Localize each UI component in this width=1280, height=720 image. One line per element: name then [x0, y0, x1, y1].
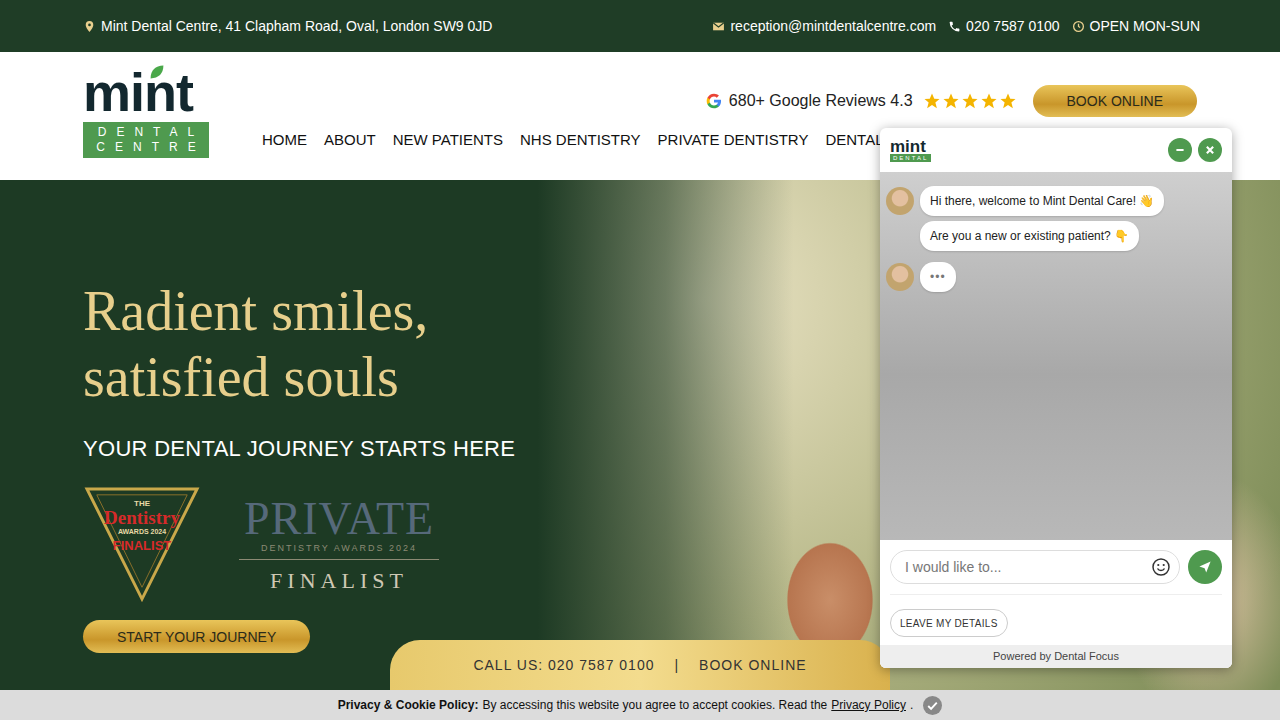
star-icon [999, 92, 1017, 110]
minimize-button[interactable] [1168, 138, 1192, 162]
book-online-button[interactable]: BOOK ONLINE [1033, 85, 1197, 117]
cookie-end: . [910, 698, 913, 712]
typing-indicator: ••• [886, 262, 1226, 292]
phone-icon [948, 20, 961, 33]
dentistry-award-badge: THEDentistryAWARDS 2024FINALIST [83, 485, 201, 603]
top-bar: Mint Dental Centre, 41 Clapham Road, Ova… [0, 0, 1280, 52]
awards: THEDentistryAWARDS 2024FINALIST PRIVATEDE… [83, 482, 445, 606]
book-online-link[interactable]: BOOK ONLINE [699, 657, 806, 673]
opening-hours: OPEN MON-SUN [1072, 18, 1200, 34]
logo-word: mint [83, 62, 193, 122]
logo-line: CENTRE [86, 140, 205, 155]
email[interactable]: reception@mintdentalcentre.com [712, 18, 936, 34]
call-bar: CALL US: 020 7587 0100 | BOOK ONLINE [390, 640, 890, 690]
address: Mint Dental Centre, 41 Clapham Road, Ova… [83, 18, 492, 34]
separator: | [674, 657, 679, 673]
envelope-icon [712, 20, 725, 33]
privacy-policy-link[interactable]: Privacy Policy [831, 698, 906, 712]
private-award-badge: PRIVATEDENTISTRY AWARDS 2024FINALIST [233, 495, 445, 594]
chat-input[interactable]: I would like to... [890, 550, 1180, 584]
agent-avatar [886, 187, 914, 215]
phone[interactable]: 020 7587 0100 [948, 18, 1059, 34]
cookie-bar: Privacy & Cookie Policy:By accessing thi… [0, 690, 1280, 720]
google-icon [706, 93, 722, 109]
logo-box: DENTALCENTRE [83, 122, 209, 158]
leaf-icon [149, 64, 165, 80]
nav-item[interactable]: NHS DENTISTRY [520, 131, 641, 149]
nav-item[interactable]: ABOUT [324, 131, 376, 149]
star-rating [923, 92, 1017, 110]
clock-icon [1072, 20, 1085, 33]
page: Mint Dental Centre, 41 Clapham Road, Ova… [0, 0, 1280, 720]
star-icon [942, 92, 960, 110]
logo-line: DENTAL [88, 125, 204, 140]
hero-subtitle: YOUR DENTAL JOURNEY STARTS HERE [83, 436, 515, 462]
chat-logo: mintDENTAL [890, 139, 931, 162]
cookie-title: Privacy & Cookie Policy: [338, 698, 479, 712]
google-reviews[interactable]: 680+ Google Reviews 4.3 [706, 92, 1017, 110]
star-icon [923, 92, 941, 110]
pin-icon [83, 20, 96, 33]
start-journey-button[interactable]: START YOUR JOURNEY [83, 620, 310, 653]
chat-footer: Powered by Dental Focus [880, 645, 1232, 668]
accept-check-icon[interactable] [923, 696, 942, 715]
star-icon [980, 92, 998, 110]
chat-widget: mintDENTAL Hi there, welcome to Mint Dent… [880, 128, 1232, 668]
close-icon [1201, 141, 1219, 159]
nav-item[interactable]: NEW PATIENTS [393, 131, 503, 149]
leave-details-button[interactable]: LEAVE MY DETAILS [890, 609, 1008, 637]
nav-item[interactable]: HOME [262, 131, 307, 149]
call-us-link[interactable]: CALL US: 020 7587 0100 [473, 657, 654, 673]
star-icon [961, 92, 979, 110]
logo[interactable]: mintDENTALCENTRE [83, 52, 262, 180]
chat-messages: Hi there, welcome to Mint Dental Care! 👋… [880, 172, 1232, 540]
chat-header: mintDENTAL [880, 128, 1232, 172]
agent-avatar [886, 263, 914, 291]
hero-title: Radient smiles,satisfied souls [83, 278, 428, 410]
nav-item[interactable]: PRIVATE DENTISTRY [658, 131, 809, 149]
close-button[interactable] [1198, 138, 1222, 162]
send-button[interactable] [1188, 550, 1222, 584]
cookie-text: By accessing this website you agree to a… [482, 698, 827, 712]
send-icon [1197, 559, 1213, 575]
emoji-icon[interactable] [1151, 557, 1171, 577]
reviews-label: 680+ Google Reviews 4.3 [729, 92, 913, 110]
chat-message: Are you a new or existing patient? 👇 [886, 221, 1226, 251]
chat-message: Hi there, welcome to Mint Dental Care! 👋 [886, 186, 1226, 216]
minus-icon [1171, 141, 1189, 159]
